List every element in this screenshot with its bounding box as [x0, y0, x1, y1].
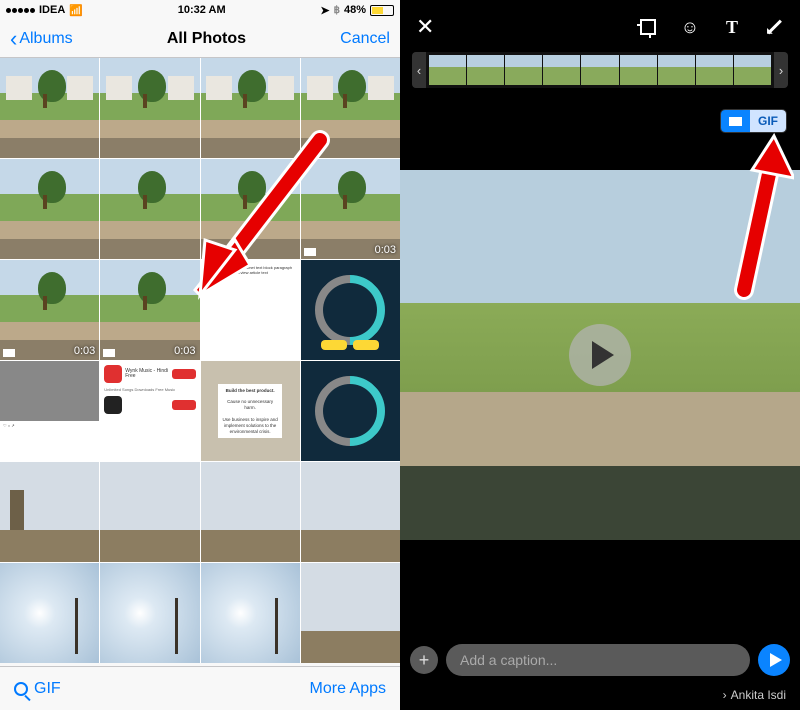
- photo-thumb[interactable]: [301, 563, 400, 663]
- search-icon: [14, 682, 28, 696]
- photo-thumb[interactable]: [0, 58, 99, 158]
- caption-input[interactable]: Add a caption...: [446, 644, 750, 676]
- play-button[interactable]: [569, 324, 631, 386]
- battery-icon: [370, 5, 394, 16]
- page-title: All Photos: [167, 30, 246, 48]
- screenshot-thumb[interactable]: Lorem ipsum dolor sit amet text block pa…: [201, 260, 300, 360]
- video-editor-panel: ✕ ☺ T ‹ › GIF + Add a caption...: [400, 0, 800, 710]
- video-trim-strip[interactable]: ‹ ›: [412, 52, 788, 88]
- bottom-toolbar: GIF More Apps: [0, 666, 400, 710]
- photo-thumb[interactable]: [0, 563, 99, 663]
- bluetooth-icon: ฿: [334, 5, 340, 16]
- play-icon: [592, 341, 614, 369]
- send-button[interactable]: [758, 644, 790, 676]
- video-thumb[interactable]: 0:03: [301, 159, 400, 259]
- photo-thumb[interactable]: [201, 159, 300, 259]
- video-thumb[interactable]: 0:03: [0, 260, 99, 360]
- photo-thumb[interactable]: [301, 462, 400, 562]
- crop-icon: [640, 19, 656, 35]
- trim-handle-right[interactable]: ›: [774, 52, 788, 88]
- photo-picker-panel: IDEA 📶 10:32 AM ➤ ฿ 48% ‹ Albums All Pho…: [0, 0, 400, 710]
- photo-thumb[interactable]: [100, 462, 199, 562]
- gif-search-button[interactable]: GIF: [14, 680, 61, 698]
- photo-thumb[interactable]: [301, 58, 400, 158]
- close-button[interactable]: ✕: [416, 14, 434, 40]
- photo-grid: 0:03 0:03 0:03 Lorem ipsum dolor sit ame…: [0, 58, 400, 663]
- back-label: Albums: [19, 30, 72, 48]
- pencil-icon: [767, 20, 782, 35]
- video-icon: [304, 248, 316, 256]
- photo-thumb[interactable]: [100, 159, 199, 259]
- wifi-icon: 📶: [69, 4, 83, 17]
- video-icon: [729, 117, 742, 126]
- cancel-button[interactable]: Cancel: [340, 30, 390, 48]
- video-icon: [3, 349, 15, 357]
- video-gif-toggle[interactable]: GIF: [721, 110, 786, 132]
- nav-bar: ‹ Albums All Photos Cancel: [0, 20, 400, 58]
- smiley-icon: ☺: [681, 17, 699, 38]
- signal-icon: [6, 8, 35, 13]
- photo-thumb[interactable]: [201, 462, 300, 562]
- photo-thumb[interactable]: [201, 563, 300, 663]
- photo-thumb[interactable]: [201, 58, 300, 158]
- toggle-gif[interactable]: GIF: [750, 110, 786, 132]
- screenshot-thumb[interactable]: Build the best product.Cause no unnecess…: [201, 361, 300, 461]
- more-apps-button[interactable]: More Apps: [310, 680, 386, 698]
- toggle-video[interactable]: [721, 110, 750, 132]
- emoji-button[interactable]: ☺: [680, 17, 700, 37]
- text-button[interactable]: T: [722, 17, 742, 37]
- screenshot-thumb[interactable]: [301, 361, 400, 461]
- screenshot-thumb[interactable]: ♡ ○ ↗: [0, 361, 99, 461]
- photo-thumb[interactable]: [100, 563, 199, 663]
- photo-thumb[interactable]: [0, 159, 99, 259]
- video-icon: [103, 349, 115, 357]
- editor-toolbar: ✕ ☺ T: [400, 10, 800, 44]
- photo-thumb[interactable]: [100, 58, 199, 158]
- location-icon: ➤: [320, 4, 329, 17]
- add-media-button[interactable]: +: [410, 646, 438, 674]
- screenshot-thumb[interactable]: Wynk Music - HindiFreeUnlimited Songs Do…: [100, 361, 199, 461]
- trim-handle-left[interactable]: ‹: [412, 52, 426, 88]
- caption-bar: + Add a caption...: [400, 640, 800, 680]
- status-bar: IDEA 📶 10:32 AM ➤ ฿ 48%: [0, 0, 400, 20]
- screenshot-thumb[interactable]: [301, 260, 400, 360]
- carrier-label: IDEA: [39, 4, 65, 16]
- video-preview[interactable]: [400, 170, 800, 540]
- video-duration: 0:03: [74, 345, 95, 357]
- video-duration: 0:03: [174, 345, 195, 357]
- crop-button[interactable]: [638, 17, 658, 37]
- gif-label: GIF: [34, 680, 61, 698]
- back-button[interactable]: ‹ Albums: [10, 30, 73, 48]
- chevron-right-icon: ›: [723, 688, 727, 702]
- draw-button[interactable]: [764, 17, 784, 37]
- send-icon: [770, 653, 782, 667]
- video-duration: 0:03: [375, 244, 396, 256]
- status-time: 10:32 AM: [178, 4, 226, 16]
- photo-thumb[interactable]: [0, 462, 99, 562]
- video-thumb[interactable]: 0:03: [100, 260, 199, 360]
- battery-label: 48%: [344, 4, 366, 16]
- recipient-label: › Ankita Isdi: [723, 688, 786, 702]
